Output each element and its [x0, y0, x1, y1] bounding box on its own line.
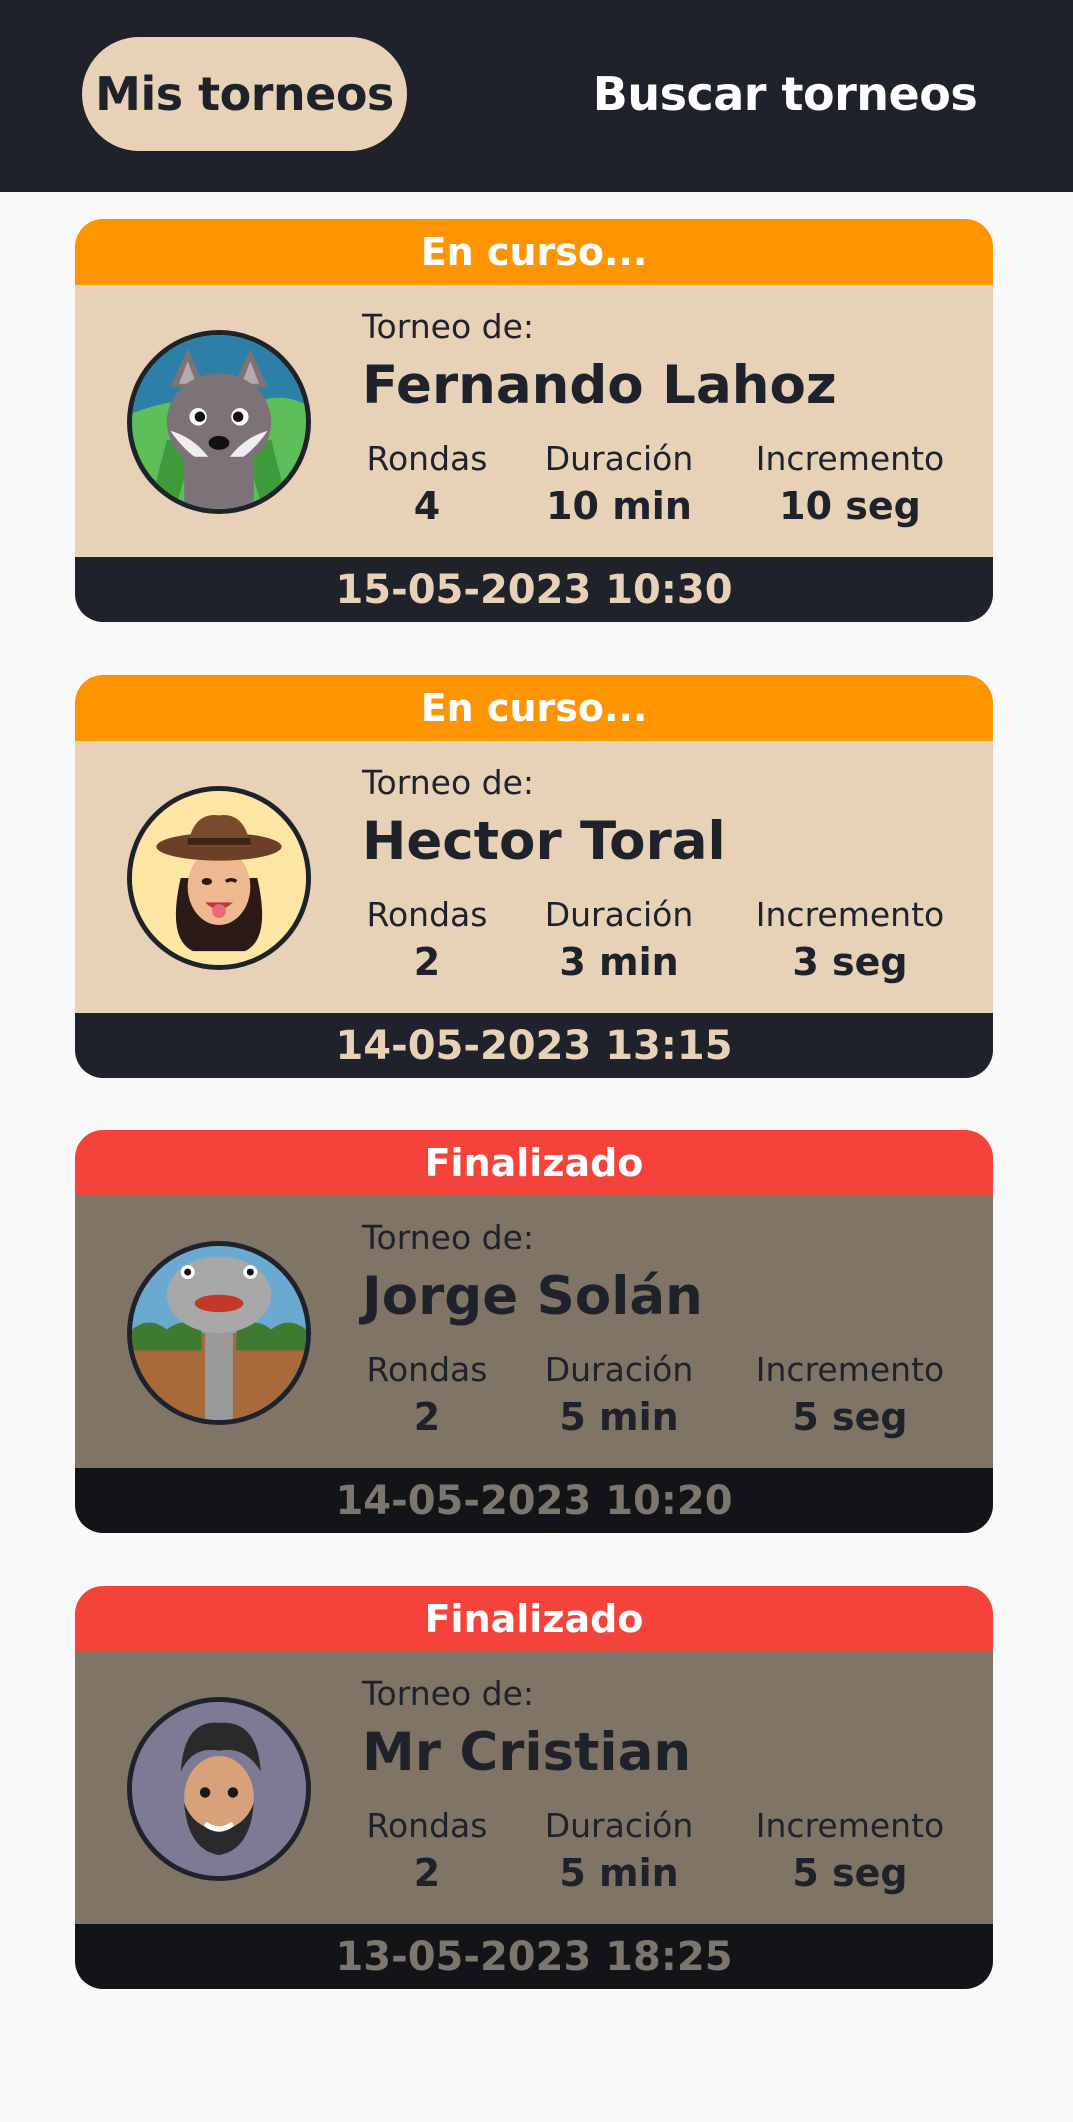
tab-search-tournaments[interactable]: Buscar torneos: [590, 37, 980, 151]
duration-value: 5 min: [559, 1395, 679, 1439]
duration-stat: Duración 10 min: [537, 439, 701, 528]
ostrich-avatar-icon: [127, 1241, 311, 1425]
datetime-footer: 14-05-2023 13:15: [75, 1013, 993, 1078]
owner-label: Torneo de:: [362, 1218, 534, 1257]
duration-value: 3 min: [559, 940, 679, 984]
tournament-card[interactable]: Finalizado Torneo de: Mr Cristian Rondas…: [75, 1586, 993, 1989]
rounds-label: Rondas: [366, 895, 488, 934]
duration-value: 10 min: [546, 484, 692, 528]
tournament-card[interactable]: Finalizado Torneo de: Jorge Solán Rondas…: [75, 1130, 993, 1533]
rounds-label: Rondas: [366, 1806, 488, 1845]
duration-stat: Duración 5 min: [537, 1806, 701, 1895]
duration-value: 5 min: [559, 1851, 679, 1895]
increment-label: Incremento: [755, 439, 945, 478]
owner-label: Torneo de:: [362, 763, 534, 802]
datetime-footer: 15-05-2023 10:30: [75, 557, 993, 622]
datetime-footer: 13-05-2023 18:25: [75, 1924, 993, 1989]
increment-label: Incremento: [755, 1806, 945, 1845]
duration-stat: Duración 5 min: [537, 1350, 701, 1439]
increment-value: 5 seg: [792, 1851, 908, 1895]
card-body: Torneo de: Fernando Lahoz Rondas 4 Durac…: [75, 285, 993, 557]
owner-label: Torneo de:: [362, 1674, 534, 1713]
tournament-card[interactable]: En curso... Torneo de: Fernando Lahoz Ro…: [75, 219, 993, 622]
card-body: Torneo de: Jorge Solán Rondas 2 Duración…: [75, 1196, 993, 1468]
owner-name: Jorge Solán: [362, 1266, 703, 1327]
increment-stat: Incremento 10 seg: [750, 439, 950, 528]
rounds-stat: Rondas 4: [362, 439, 492, 528]
cowgirl-memoji-avatar: [127, 786, 311, 970]
datetime-footer: 14-05-2023 10:20: [75, 1468, 993, 1533]
rounds-value: 4: [413, 484, 441, 528]
card-body: Torneo de: Hector Toral Rondas 2 Duració…: [75, 741, 993, 1013]
status-banner: En curso...: [75, 219, 993, 285]
bearded-man-memoji-avatar: [127, 1697, 311, 1881]
owner-label: Torneo de:: [362, 307, 534, 346]
wolf-avatar-icon: [127, 330, 311, 514]
tournament-card[interactable]: En curso... Torneo de: Hector Toral Rond…: [75, 675, 993, 1078]
owner-name: Fernando Lahoz: [362, 355, 837, 416]
increment-stat: Incremento 5 seg: [750, 1350, 950, 1439]
status-banner: Finalizado: [75, 1130, 993, 1196]
rounds-stat: Rondas 2: [362, 1806, 492, 1895]
increment-label: Incremento: [755, 1350, 945, 1389]
increment-value: 5 seg: [792, 1395, 908, 1439]
rounds-label: Rondas: [366, 1350, 488, 1389]
increment-value: 10 seg: [779, 484, 921, 528]
increment-value: 3 seg: [792, 940, 908, 984]
rounds-stat: Rondas 2: [362, 895, 492, 984]
status-banner: Finalizado: [75, 1586, 993, 1652]
duration-label: Duración: [544, 439, 694, 478]
status-banner: En curso...: [75, 675, 993, 741]
rounds-label: Rondas: [366, 439, 488, 478]
top-navigation-bar: Mis torneos Buscar torneos: [0, 0, 1073, 192]
owner-name: Mr Cristian: [362, 1722, 692, 1783]
duration-label: Duración: [544, 1806, 694, 1845]
card-body: Torneo de: Mr Cristian Rondas 2 Duración…: [75, 1652, 993, 1924]
duration-label: Duración: [544, 895, 694, 934]
rounds-value: 2: [413, 940, 441, 984]
rounds-stat: Rondas 2: [362, 1350, 492, 1439]
duration-stat: Duración 3 min: [537, 895, 701, 984]
duration-label: Duración: [544, 1350, 694, 1389]
owner-name: Hector Toral: [362, 811, 726, 872]
increment-label: Incremento: [755, 895, 945, 934]
increment-stat: Incremento 5 seg: [750, 1806, 950, 1895]
tab-my-tournaments[interactable]: Mis torneos: [82, 37, 407, 151]
rounds-value: 2: [413, 1395, 441, 1439]
rounds-value: 2: [413, 1851, 441, 1895]
increment-stat: Incremento 3 seg: [750, 895, 950, 984]
